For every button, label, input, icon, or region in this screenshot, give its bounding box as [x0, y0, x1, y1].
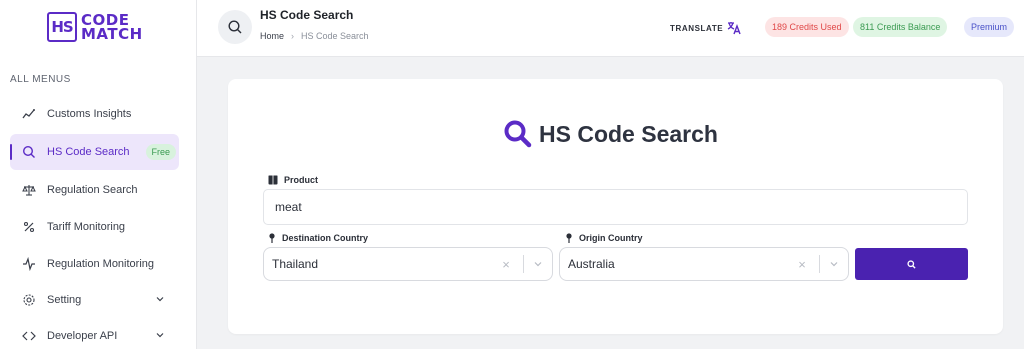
sidebar-item-customs-insights[interactable]: Customs Insights	[10, 96, 179, 132]
product-label: Product	[268, 175, 318, 185]
chevron-down-icon	[155, 330, 165, 343]
product-input-value: meat	[275, 200, 302, 214]
chevron-down-icon[interactable]	[530, 259, 546, 269]
credits-used-badge: 189 Credits Used	[765, 17, 849, 37]
destination-label-text: Destination Country	[282, 233, 369, 243]
origin-label-text: Origin Country	[579, 233, 643, 243]
sidebar-item-hs-code-search[interactable]: HS Code Search Free	[10, 134, 179, 170]
sidebar-item-tariff-monitoring[interactable]: Tariff Monitoring	[10, 209, 179, 245]
sidebar-item-developer-api[interactable]: Developer API	[10, 318, 179, 349]
percent-icon	[21, 219, 37, 235]
sidebar-item-label: Tariff Monitoring	[47, 221, 126, 233]
pin-icon	[565, 233, 573, 243]
sidebar-item-label: Regulation Monitoring	[47, 258, 155, 270]
origin-country-value: Australia	[568, 257, 615, 271]
logo-mark-text: HS	[51, 18, 73, 36]
product-label-text: Product	[284, 175, 319, 185]
sidebar-item-label: Customs Insights	[47, 108, 132, 120]
destination-country-value: Thailand	[272, 257, 319, 271]
top-header: HS Code Search Home › HS Code Search TRA…	[197, 0, 1024, 57]
translate-icon	[727, 22, 741, 35]
sidebar-item-regulation-search[interactable]: Regulation Search	[10, 172, 179, 208]
plan-badge[interactable]: Premium	[964, 17, 1015, 37]
page-title: HS Code Search	[260, 8, 354, 22]
header-search-button[interactable]	[218, 10, 252, 44]
logo-text: CODE MATCH	[81, 13, 143, 43]
chevron-down-icon	[155, 294, 165, 307]
translate-button[interactable]: TRANSLATE	[670, 20, 742, 36]
search-card-title: HS Code Search	[503, 119, 718, 149]
clear-icon[interactable]: ×	[791, 257, 813, 272]
code-icon	[21, 328, 37, 344]
free-badge: Free	[145, 144, 177, 160]
trend-icon	[21, 106, 37, 122]
gear-icon	[21, 292, 37, 308]
sidebar-item-label: Regulation Search	[47, 184, 138, 196]
search-icon	[907, 259, 916, 269]
chevron-right-icon: ›	[291, 31, 295, 41]
sidebar: HS CODE MATCH ALL MENUS Customs Insights…	[0, 0, 197, 349]
box-icon	[268, 175, 278, 185]
breadcrumb-current: HS Code Search	[301, 31, 369, 41]
scale-icon	[21, 182, 37, 198]
magnifier-icon	[504, 120, 532, 148]
sidebar-item-regulation-monitoring[interactable]: Regulation Monitoring	[10, 246, 179, 282]
search-submit-button[interactable]	[855, 248, 968, 280]
search-card: HS Code Search Product meat Destination …	[228, 79, 1003, 334]
sidebar-item-setting[interactable]: Setting	[10, 282, 179, 318]
sidebar-item-label: HS Code Search	[47, 146, 130, 158]
origin-country-select[interactable]: Australia ×	[559, 247, 849, 281]
product-input[interactable]: meat	[263, 189, 968, 225]
search-icon	[21, 144, 37, 160]
chevron-down-icon[interactable]	[826, 259, 842, 269]
breadcrumb: Home › HS Code Search	[260, 31, 369, 41]
origin-label: Origin Country	[565, 233, 643, 243]
search-icon	[228, 20, 242, 34]
logo-line2: MATCH	[81, 25, 143, 43]
destination-label: Destination Country	[268, 233, 368, 243]
breadcrumb-home[interactable]: Home	[260, 31, 284, 41]
form-title: HS Code Search	[539, 120, 718, 147]
destination-country-select[interactable]: Thailand ×	[263, 247, 553, 281]
logo-mark: HS	[47, 12, 77, 42]
pin-icon	[268, 233, 276, 243]
pulse-icon	[21, 256, 37, 272]
menu-heading: ALL MENUS	[10, 74, 71, 85]
translate-label: TRANSLATE	[670, 23, 724, 33]
select-divider	[523, 255, 524, 273]
clear-icon[interactable]: ×	[495, 257, 517, 272]
credits-balance-badge: 811 Credits Balance	[853, 17, 948, 37]
app-logo[interactable]: HS CODE MATCH	[47, 12, 143, 42]
sidebar-item-label: Setting	[47, 294, 82, 306]
sidebar-item-label: Developer API	[47, 330, 118, 342]
select-divider	[819, 255, 820, 273]
